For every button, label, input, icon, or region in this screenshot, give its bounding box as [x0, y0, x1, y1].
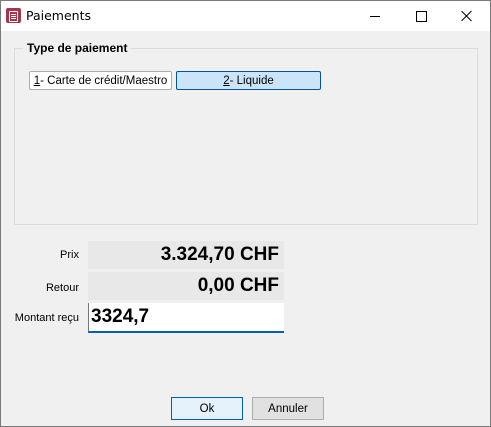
payment-cash-button[interactable]: 2 - Liquide — [176, 71, 321, 90]
app-icon — [6, 8, 21, 23]
price-value: 3.324,70 CHF — [88, 241, 284, 269]
received-amount-label: Montant reçu — [14, 312, 79, 324]
minimize-icon — [370, 15, 380, 17]
payment-card-button[interactable]: 1 - Carte de crédit/Maestro — [29, 71, 172, 90]
cancel-button[interactable]: Annuler — [252, 397, 324, 420]
title-bar: Paiements — [1, 1, 490, 31]
close-icon — [461, 10, 473, 22]
received-amount-input[interactable] — [89, 303, 284, 331]
payment-type-legend: Type de paiement — [23, 41, 132, 55]
ok-button[interactable]: Ok — [171, 397, 243, 420]
close-button[interactable] — [444, 1, 490, 31]
payment-dialog: Paiements Type de paiement 1 - Carte de … — [0, 0, 491, 427]
minimize-button[interactable] — [352, 1, 398, 31]
maximize-icon — [415, 10, 427, 22]
price-label: Prix — [60, 249, 79, 261]
received-amount-field[interactable] — [88, 303, 284, 333]
maximize-button[interactable] — [398, 1, 444, 31]
return-label: Retour — [45, 282, 79, 294]
window-title: Paiements — [26, 8, 92, 23]
payment-cash-label: - Liquide — [229, 74, 274, 87]
return-value: 0,00 CHF — [88, 272, 284, 300]
payment-card-label: - Carte de crédit/Maestro — [40, 74, 168, 87]
